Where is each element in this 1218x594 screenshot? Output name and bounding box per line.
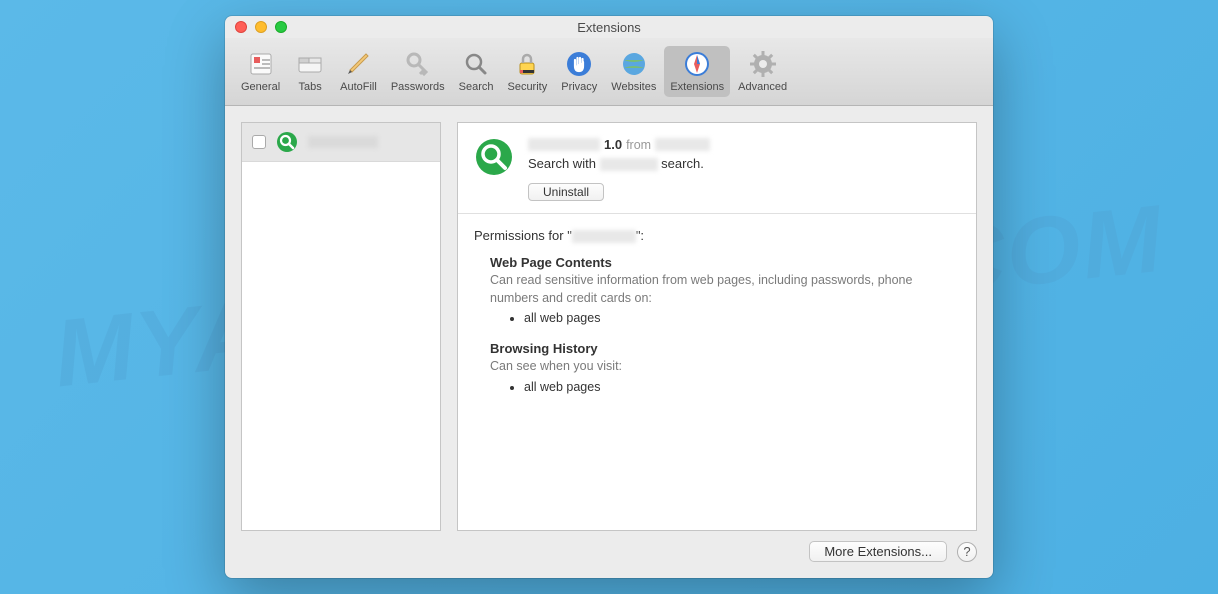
permission-item: all web pages — [524, 311, 960, 325]
extension-list-item[interactable] — [242, 123, 440, 162]
tab-label: Advanced — [738, 81, 787, 93]
extension-description: Search with search. — [528, 156, 960, 171]
minimize-button[interactable] — [255, 21, 267, 33]
tab-tabs[interactable]: Tabs — [288, 46, 332, 97]
preferences-window: Extensions General Tabs AutoFill Passwor… — [225, 16, 993, 578]
key-icon — [404, 50, 432, 78]
tab-websites[interactable]: Websites — [605, 46, 662, 97]
more-extensions-button[interactable]: More Extensions... — [809, 541, 947, 562]
tab-label: General — [241, 81, 280, 93]
permissions-title: Permissions for "": — [474, 228, 960, 243]
extensions-list — [241, 122, 441, 531]
permission-item: all web pages — [524, 380, 960, 394]
search-icon — [462, 50, 490, 78]
gear-icon — [749, 50, 777, 78]
tab-general[interactable]: General — [235, 46, 286, 97]
general-icon — [247, 50, 275, 78]
tab-label: Passwords — [391, 81, 445, 93]
close-button[interactable] — [235, 21, 247, 33]
permission-description: Can see when you visit: — [490, 358, 960, 376]
tab-advanced[interactable]: Advanced — [732, 46, 793, 97]
permission-heading: Web Page Contents — [490, 255, 960, 270]
permissions-name-redacted — [572, 230, 636, 243]
tab-privacy[interactable]: Privacy — [555, 46, 603, 97]
extension-title-row: 1.0 from — [528, 137, 960, 152]
permission-heading: Browsing History — [490, 341, 960, 356]
permissions-section: Permissions for "": Web Page Contents Ca… — [458, 214, 976, 530]
footer: More Extensions... ? — [241, 531, 977, 562]
permission-description: Can read sensitive information from web … — [490, 272, 960, 307]
extension-version: 1.0 — [604, 137, 622, 152]
permission-browsing-history: Browsing History Can see when you visit:… — [474, 341, 960, 394]
extension-detail-panel: 1.0 from Search with search. Uninstall — [457, 122, 977, 531]
tab-label: Tabs — [299, 81, 322, 93]
tab-label: Privacy — [561, 81, 597, 93]
traffic-lights — [235, 21, 287, 33]
extension-name-redacted — [528, 138, 600, 151]
from-label: from — [626, 138, 651, 152]
tab-label: AutoFill — [340, 81, 377, 93]
extension-icon — [276, 131, 298, 153]
tab-security[interactable]: Security — [501, 46, 553, 97]
extension-icon-large — [474, 137, 514, 177]
tab-label: Websites — [611, 81, 656, 93]
tabs-icon — [296, 50, 324, 78]
titlebar: Extensions — [225, 16, 993, 38]
window-title: Extensions — [233, 20, 985, 35]
tab-label: Extensions — [670, 81, 724, 93]
extension-author-redacted — [655, 138, 710, 151]
hand-icon — [565, 50, 593, 78]
autofill-icon — [344, 50, 372, 78]
detail-header: 1.0 from Search with search. Uninstall — [458, 123, 976, 214]
help-button[interactable]: ? — [957, 542, 977, 562]
tab-label: Security — [507, 81, 547, 93]
maximize-button[interactable] — [275, 21, 287, 33]
extension-search-name-redacted — [600, 158, 658, 171]
permission-web-page-contents: Web Page Contents Can read sensitive inf… — [474, 255, 960, 325]
tab-passwords[interactable]: Passwords — [385, 46, 451, 97]
extension-enable-checkbox[interactable] — [252, 135, 266, 149]
tab-search[interactable]: Search — [453, 46, 500, 97]
lock-icon — [513, 50, 541, 78]
tab-autofill[interactable]: AutoFill — [334, 46, 383, 97]
globe-icon — [620, 50, 648, 78]
preferences-toolbar: General Tabs AutoFill Passwords Search — [225, 38, 993, 106]
uninstall-button[interactable]: Uninstall — [528, 183, 604, 201]
content-area: 1.0 from Search with search. Uninstall — [225, 106, 993, 578]
compass-icon — [683, 50, 711, 78]
extension-name-redacted — [308, 136, 378, 148]
tab-extensions[interactable]: Extensions — [664, 46, 730, 97]
tab-label: Search — [459, 81, 494, 93]
